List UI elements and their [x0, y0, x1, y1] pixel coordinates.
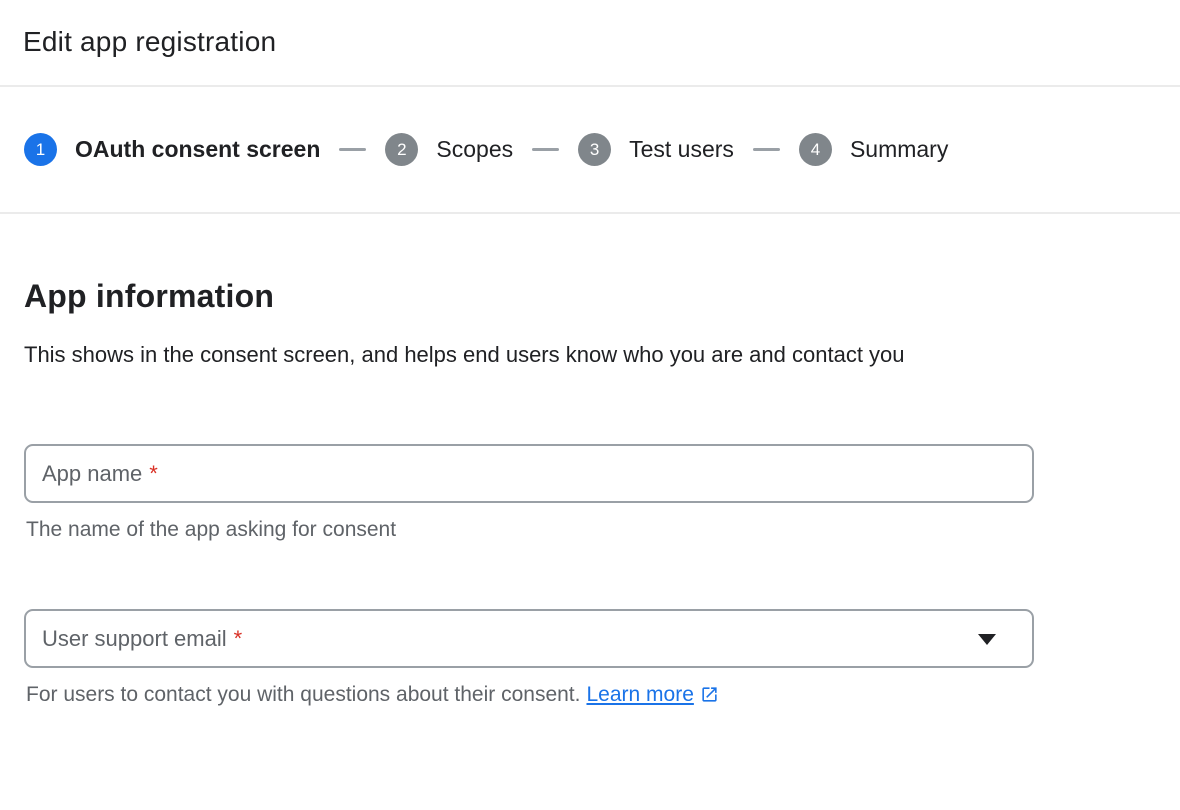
user-support-email-select[interactable]: User support email * [24, 609, 1034, 668]
user-support-email-label: User support email [42, 626, 227, 652]
section-heading: App information [24, 278, 1156, 315]
step-2-label: Scopes [436, 136, 513, 163]
step-separator [339, 148, 366, 151]
app-name-helper-text: The name of the app asking for consent [26, 517, 1156, 543]
step-1-number-badge: 1 [24, 133, 57, 166]
required-asterisk: * [149, 461, 158, 487]
step-test-users[interactable]: 3 Test users [578, 133, 734, 166]
learn-more-link[interactable]: Learn more [586, 683, 718, 706]
section-description: This shows in the consent screen, and he… [24, 332, 1024, 377]
step-summary[interactable]: 4 Summary [799, 133, 948, 166]
app-name-input[interactable]: App name * [24, 444, 1034, 503]
step-4-number-badge: 4 [799, 133, 832, 166]
external-link-icon [700, 685, 719, 704]
step-2-number-badge: 2 [385, 133, 418, 166]
step-1-label: OAuth consent screen [75, 136, 320, 163]
user-support-email-helper-text: For users to contact you with questions … [26, 682, 1156, 708]
dropdown-arrow-icon[interactable] [978, 634, 996, 645]
page-title: Edit app registration [23, 26, 1156, 58]
helper-text: For users to contact you with questions … [26, 683, 580, 706]
step-separator [753, 148, 780, 151]
step-scopes[interactable]: 2 Scopes [385, 133, 513, 166]
app-information-section: App information This shows in the consen… [0, 278, 1180, 708]
step-3-label: Test users [629, 136, 734, 163]
step-4-label: Summary [850, 136, 948, 163]
user-support-email-field-group: User support email * For users to contac… [24, 609, 1156, 708]
edit-app-registration-page: Edit app registration 1 OAuth consent sc… [0, 0, 1180, 810]
app-name-label: App name [42, 461, 142, 487]
step-separator [532, 148, 559, 151]
step-3-number-badge: 3 [578, 133, 611, 166]
required-asterisk: * [234, 626, 243, 652]
app-name-field-group: App name * The name of the app asking fo… [24, 444, 1156, 543]
page-header: Edit app registration [0, 0, 1180, 87]
step-oauth-consent-screen[interactable]: 1 OAuth consent screen [24, 133, 320, 166]
stepper: 1 OAuth consent screen 2 Scopes 3 Test u… [0, 87, 1180, 214]
